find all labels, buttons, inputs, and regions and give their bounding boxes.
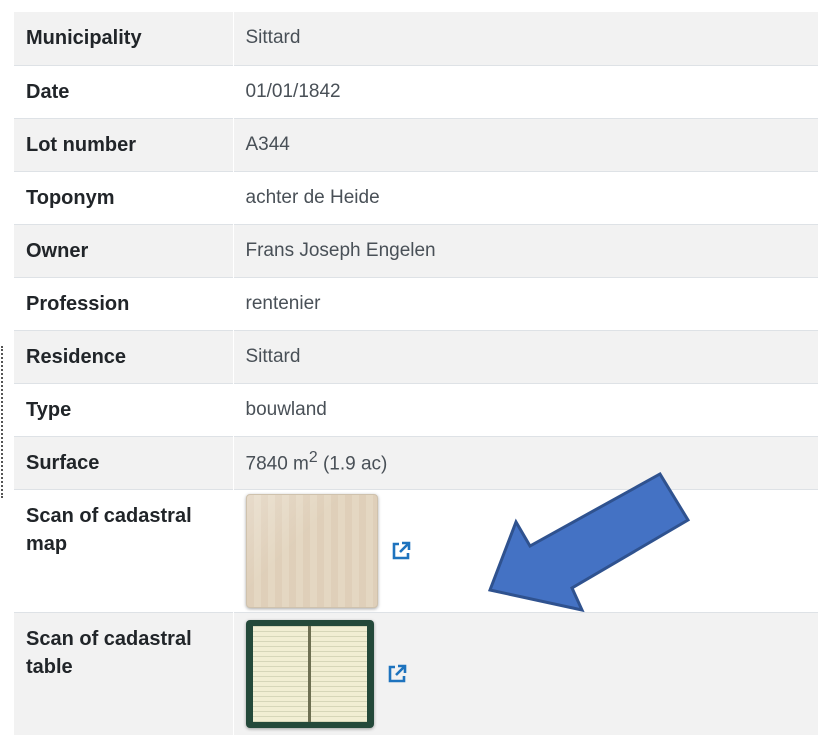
surface-acres: (1.9 ac) [317,453,388,475]
row-label: Lot number [14,117,233,171]
arrow-shape [487,471,691,613]
table-row-scan-map: Scan of cadastral map [14,488,818,612]
cadastral-table-thumbnail[interactable] [245,619,374,728]
page: Municipality Sittard Date 01/01/1842 Lot… [0,0,820,751]
ledger-pages [252,625,367,722]
external-link-icon-graphic [388,664,406,683]
row-label: Profession [14,276,233,330]
table-row-residence: Residence Sittard [14,329,818,383]
ledger-page-left [252,625,308,722]
table-row-municipality: Municipality Sittard [14,12,818,65]
property-details-table: Municipality Sittard Date 01/01/1842 Lot… [14,12,818,735]
row-label: Type [14,382,233,436]
surface-unit-exponent: 2 [308,449,318,467]
row-label: Owner [14,223,233,277]
surface-value: 7840 m [245,453,309,475]
row-label: Scan of cadastral table [14,611,233,735]
table-row-date: Date 01/01/1842 [14,64,818,118]
row-label: Surface [14,435,233,489]
row-value: Sittard [232,329,818,383]
row-value: 01/01/1842 [232,64,818,118]
row-value: bouwland [232,382,818,436]
row-label: Toponym [14,170,233,224]
dotted-guide-line [1,346,3,498]
table-row-profession: Profession rentenier [14,276,818,330]
cadastral-map-thumbnail[interactable] [245,493,378,608]
table-row-owner: Owner Frans Joseph Engelen [14,223,818,277]
row-value: A344 [232,117,818,171]
row-value: Sittard [232,12,818,65]
row-value [232,611,818,735]
external-link-icon-graphic [392,541,410,559]
row-value: achter de Heide [232,170,818,224]
table-row-surface: Surface 7840 m2 (1.9 ac) [14,435,818,489]
row-value: rentenier [232,276,818,330]
arrow-icon [487,471,691,613]
table-row-toponym: Toponym achter de Heide [14,170,818,224]
row-value: Frans Joseph Engelen [232,223,818,277]
row-label: Scan of cadastral map [14,488,233,612]
row-label: Date [14,64,233,118]
external-link-icon[interactable] [386,663,408,685]
table-row-type: Type bouwland [14,382,818,436]
scan-table-container [245,619,807,728]
table-row-lot-number: Lot number A344 [14,117,818,171]
row-label: Residence [14,329,233,383]
table-row-scan-table: Scan of cadastral table [14,611,818,735]
ledger-page-right [311,625,367,722]
row-label: Municipality [14,12,233,65]
external-link-icon[interactable] [390,540,412,562]
